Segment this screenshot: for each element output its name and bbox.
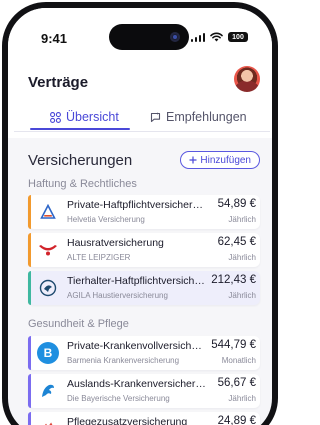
grid-icon: [50, 111, 61, 123]
alte-leipziger-logo-icon: [37, 239, 59, 261]
add-button-label: Hinzufügen: [200, 154, 251, 166]
contract-name: Private-Krankenvollversicher…: [67, 340, 207, 352]
contract-price: 62,45 €: [217, 236, 256, 248]
battery-icon: 100: [228, 32, 248, 42]
contract-price: 212,43 €: [211, 274, 256, 286]
card-accent: [28, 195, 31, 229]
helvetia-logo-icon: [37, 201, 59, 223]
contract-period: Jährlich: [228, 253, 256, 262]
contract-name: Hausratversicherung: [67, 237, 164, 249]
contract-name: Tierhalter-Haftpflichtversicher…: [67, 275, 207, 287]
status-time: 9:41: [41, 31, 68, 46]
pflege-logo-icon: [37, 418, 59, 425]
contract-period: Jährlich: [228, 291, 256, 300]
signal-icon: [190, 32, 205, 42]
add-button[interactable]: Hinzufügen: [180, 151, 260, 169]
active-tab-indicator: [30, 128, 130, 130]
contract-provider: Helvetia Versicherung: [67, 215, 145, 224]
tab-uebersicht-label: Übersicht: [66, 110, 119, 124]
barmenia-logo-letter: B: [43, 346, 53, 360]
contract-provider: Barmenia Krankenversicherung: [67, 356, 180, 365]
group-label-gesundheit: Gesundheit & Pflege: [28, 318, 129, 330]
card-accent: [28, 233, 31, 267]
card-accent: [28, 336, 31, 370]
dynamic-island: [109, 24, 189, 50]
wifi-icon: [210, 32, 223, 42]
contract-provider: ALTE LEIPZIGER: [67, 253, 131, 262]
section-title: Versicherungen: [28, 151, 133, 169]
contract-card[interactable]: Tierhalter-Haftpflichtversicher… AGILA H…: [28, 271, 260, 305]
chat-icon: [150, 111, 161, 122]
contract-name: Pflegezusatzversicherung: [67, 416, 188, 425]
status-icons: 100: [190, 32, 248, 42]
contract-name: Private-Haftpflichtversicherung: [67, 199, 207, 211]
card-accent: [28, 271, 31, 305]
avatar[interactable]: [234, 66, 260, 92]
camera-icon: [170, 32, 180, 42]
plus-icon: [189, 156, 197, 164]
agila-logo-icon: [37, 277, 59, 299]
card-accent: [28, 374, 31, 408]
contract-card[interactable]: Hausratversicherung ALTE LEIPZIGER 62,45…: [28, 233, 260, 267]
contract-name: Auslands-Krankenversicherung: [67, 378, 207, 390]
phone-frame: 9:41 100 Verträge Übersicht Empfehlungen…: [2, 2, 278, 425]
phone: 9:41 100 Verträge Übersicht Empfehlungen…: [0, 0, 280, 425]
tab-divider: [14, 131, 270, 132]
contract-period: Jährlich: [228, 394, 256, 403]
contract-period: Monatlich: [221, 356, 256, 365]
contract-card[interactable]: Private-Haftpflichtversicherung Helvetia…: [28, 195, 260, 229]
contract-period: Jährlich: [228, 215, 256, 224]
contract-price: 544,79 €: [211, 339, 256, 351]
barmenia-logo-icon: B: [37, 342, 59, 364]
contract-price: 54,89 €: [217, 198, 256, 210]
contract-card[interactable]: Auslands-Krankenversicherung Die Bayeris…: [28, 374, 260, 408]
tab-empfehlungen[interactable]: Empfehlungen: [150, 102, 247, 132]
section-header: Versicherungen Hinzufügen: [28, 149, 260, 171]
tab-empfehlungen-label: Empfehlungen: [166, 110, 247, 124]
contract-price: 56,67 €: [217, 377, 256, 389]
page-title: Verträge: [28, 74, 89, 91]
contract-provider: Die Bayerische Versicherung: [67, 394, 170, 403]
contract-card[interactable]: B Private-Krankenvollversicher… Barmenia…: [28, 336, 260, 370]
group-label-haftung: Haftung & Rechtliches: [28, 178, 137, 190]
contract-card[interactable]: Pflegezusatzversicherung 24,89 €: [28, 412, 260, 425]
tab-bar: Übersicht Empfehlungen: [14, 102, 270, 132]
contract-price: 24,89 €: [217, 415, 256, 425]
contract-provider: AGILA Haustierversicherung: [67, 291, 168, 300]
card-accent: [28, 412, 31, 425]
bayerische-logo-icon: [37, 380, 59, 402]
